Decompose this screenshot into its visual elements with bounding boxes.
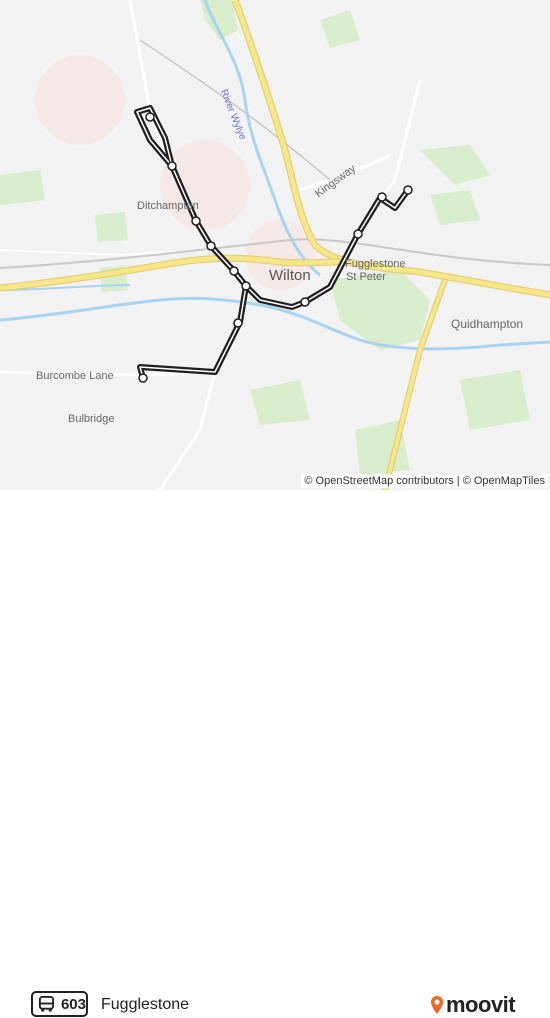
map-attribution[interactable]: © OpenStreetMap contributors | © OpenMap… bbox=[301, 474, 548, 488]
moovit-pin-icon bbox=[431, 996, 443, 1014]
map[interactable]: River Wylye Kingsway Ditchampton Wilton … bbox=[0, 0, 550, 490]
stop-marker[interactable] bbox=[138, 373, 148, 383]
bus-icon bbox=[38, 995, 55, 1012]
stop-marker[interactable] bbox=[300, 297, 310, 307]
stop-marker[interactable] bbox=[233, 318, 243, 328]
stop-marker[interactable] bbox=[353, 229, 363, 239]
place-label-quidhampton: Quidhampton bbox=[451, 317, 524, 331]
route-destination: Fugglestone bbox=[101, 996, 190, 1013]
moovit-wordmark: moovit bbox=[446, 992, 516, 1017]
place-label-fugglestone: Fugglestone bbox=[345, 258, 406, 270]
stop-marker[interactable] bbox=[377, 192, 387, 202]
place-label-bulbridge: Bulbridge bbox=[68, 413, 115, 425]
stop-marker[interactable] bbox=[167, 161, 177, 171]
moovit-logo: moovit bbox=[430, 992, 516, 1018]
place-label-wilton: Wilton bbox=[269, 267, 311, 284]
route-footer: 603 Fugglestone moovit bbox=[0, 490, 550, 1017]
stop-marker[interactable] bbox=[145, 112, 155, 122]
place-label-st-peter: St Peter bbox=[346, 271, 386, 283]
stop-marker[interactable] bbox=[206, 241, 216, 251]
stop-marker[interactable] bbox=[191, 216, 201, 226]
stop-marker[interactable] bbox=[229, 266, 239, 276]
road-label-burcombe-lane: Burcombe Lane bbox=[36, 370, 114, 382]
place-label-ditchampton: Ditchampton bbox=[137, 200, 199, 212]
route-badge: 603 bbox=[31, 991, 88, 1017]
stop-marker[interactable] bbox=[403, 185, 413, 195]
route-number: 603 bbox=[60, 995, 86, 1013]
stop-marker[interactable] bbox=[241, 281, 251, 291]
